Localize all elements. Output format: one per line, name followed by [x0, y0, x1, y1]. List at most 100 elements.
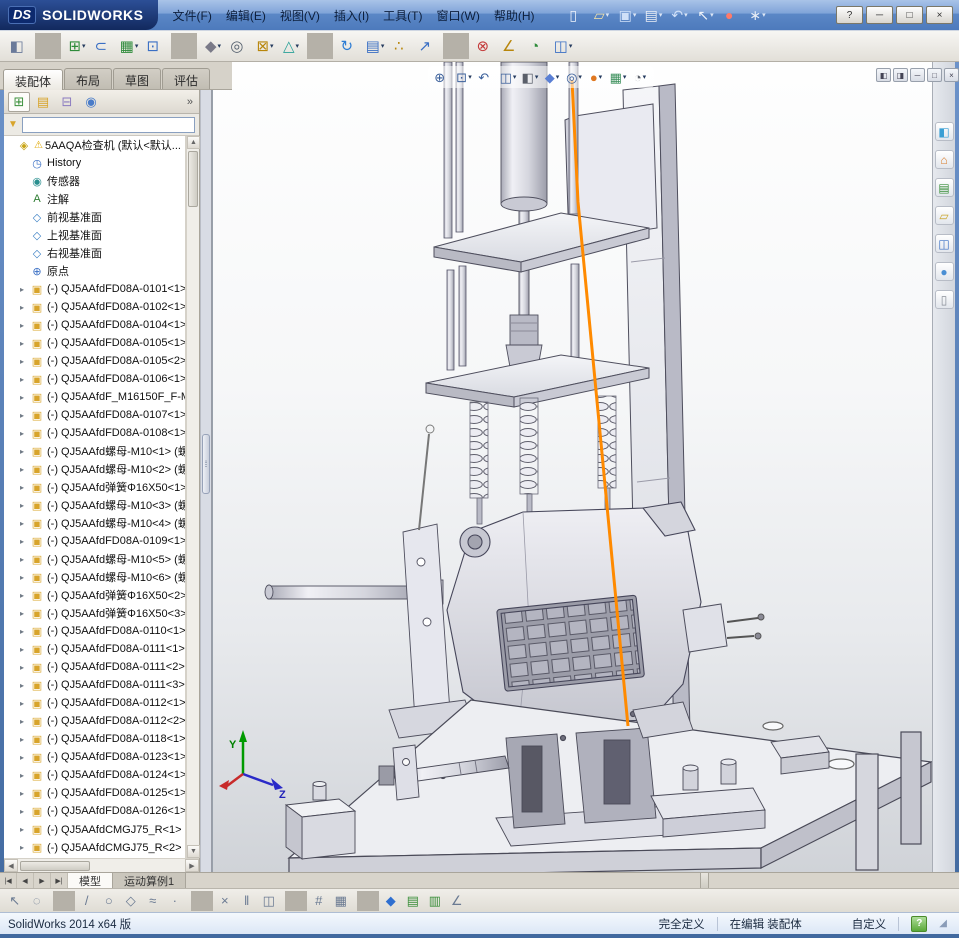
help-button[interactable]: ?: [836, 6, 863, 24]
draft-quality-toggle[interactable]: ▤ ▾: [404, 891, 426, 911]
scroll-down-icon[interactable]: ▼: [187, 845, 200, 858]
view-palette-icon[interactable]: ◫: [935, 234, 954, 253]
next-tab-button[interactable]: ▶: [34, 873, 51, 888]
expander-icon[interactable]: ▸: [20, 645, 30, 654]
expander-icon[interactable]: ▸: [20, 573, 30, 582]
hide-show-items-button[interactable]: ◎ ▾: [564, 67, 584, 87]
menu-tools[interactable]: 工具(T): [376, 3, 429, 28]
offset-entities-tool[interactable]: ‖ ▾: [238, 891, 260, 911]
expander-icon[interactable]: ▸: [20, 789, 30, 798]
menu-file[interactable]: 文件(F): [166, 3, 219, 28]
tree-component[interactable]: ▸ ▣ ⚠ (-) QJ5AAfdFD08A-0124<1>: [4, 766, 185, 784]
expander-icon[interactable]: ▸: [20, 483, 30, 492]
measure-button[interactable]: ∠ ▾: [498, 33, 524, 59]
rebuild-button[interactable]: ● ▾: [720, 4, 744, 26]
configurationmanager-tab[interactable]: ⊟: [56, 92, 78, 112]
new-motion-study-button[interactable]: ↻ ▾: [336, 33, 362, 59]
model-tab[interactable]: 模型: [68, 873, 113, 888]
propertymanager-tab[interactable]: ▤: [32, 92, 54, 112]
doc-close-button[interactable]: ×: [944, 68, 959, 82]
tree-component[interactable]: ▸ ▣ ⚠ (-) QJ5AAfdFD08A-0111<2>: [4, 658, 185, 676]
minimize-button[interactable]: ─: [866, 6, 893, 24]
tree-component[interactable]: ▸ ▣ ⚠ (-) QJ5AAfdFD08A-0106<1>: [4, 370, 185, 388]
scroll-thumb[interactable]: [188, 151, 198, 207]
menu-insert[interactable]: 插入(I): [327, 3, 376, 28]
save-button[interactable]: ▣ ▾: [616, 4, 640, 26]
expander-icon[interactable]: ▸: [20, 447, 30, 456]
panel-splitter[interactable]: ⁞: [200, 62, 212, 872]
tree-component[interactable]: ▸ ▣ ⚠ (-) QJ5AAfd螺母-M10<2> (螺: [4, 460, 185, 478]
tab-evaluate[interactable]: 评估: [162, 68, 210, 89]
performance-evaluation-button[interactable]: ◔ ▾: [524, 33, 550, 59]
tree-component[interactable]: ▸ ▣ ⚠ (-) QJ5AAfdFD08A-0110<1>: [4, 622, 185, 640]
tree-component[interactable]: ▸ ▣ ⚠ (-) QJ5AAfd螺母-M10<3> (螺: [4, 496, 185, 514]
tree-component[interactable]: ▸ ▣ ⚠ (-) QJ5AAfd螺母-M10<4> (螺: [4, 514, 185, 532]
tree-component[interactable]: ▸ ▣ ⚠ (-) QJ5AAfdCMGJ75_R<1> (默: [4, 820, 185, 838]
tree-component[interactable]: ▸ ▣ ⚠ (-) QJ5AAfdFD08A-0104<1>: [4, 316, 185, 334]
tree-component[interactable]: ▸ ▣ ⚠ (-) QJ5AAfdFD08A-0105<2>: [4, 352, 185, 370]
expander-icon[interactable]: ▸: [20, 591, 30, 600]
tree-component[interactable]: ▸ ▣ ⚠ (-) QJ5AAfdFD08A-0107<1>: [4, 406, 185, 424]
display-style-button[interactable]: ◆ ▾: [542, 67, 562, 87]
reference-geometry-button[interactable]: △ ▾: [278, 33, 304, 59]
tree-component[interactable]: ▸ ▣ ⚠ (-) QJ5AAfd弹簧Φ16X50<3>: [4, 604, 185, 622]
select-button[interactable]: ↖ ▾: [694, 4, 718, 26]
appearances-icon[interactable]: ●: [935, 262, 954, 281]
tree-component[interactable]: ▸ ▣ ⚠ (-) QJ5AAfdFD08A-0111<3>: [4, 676, 185, 694]
grid-snap-toggle[interactable]: # ▾: [310, 891, 332, 911]
tree-component[interactable]: ▸ ▣ ⚠ (-) QJ5AAfdFD08A-0108<1>: [4, 424, 185, 442]
zoom-to-area-button[interactable]: ⊡ ▾: [454, 67, 474, 87]
zoom-to-fit-button[interactable]: ⊕ ▾: [432, 67, 452, 87]
expander-icon[interactable]: ▸: [20, 717, 30, 726]
section-display-toggle[interactable]: ▥ ▾: [426, 891, 448, 911]
edit-component-button[interactable]: ◧ ▾: [6, 33, 32, 59]
home-icon[interactable]: ⌂: [935, 150, 954, 169]
polygon-tool[interactable]: ◇ ▾: [122, 891, 144, 911]
tree-component[interactable]: ▸ ▣ ⚠ (-) QJ5AAfd弹簧Φ16X50<2>: [4, 586, 185, 604]
show-hidden-components-button[interactable]: ◎ ▾: [226, 33, 252, 59]
tree-component[interactable]: ▸ ▣ ⚠ (-) QJ5AAfdFD08A-0105<1>: [4, 334, 185, 352]
assembly-features-button[interactable]: ⊠ ▾: [252, 33, 278, 59]
menu-edit[interactable]: 编辑(E): [219, 3, 273, 28]
tree-component[interactable]: ▸ ▣ ⚠ (-) QJ5AAfdFD08A-0109<1>: [4, 532, 185, 550]
tree-top-plane[interactable]: ▸ ◇ ⚠ 上视基准面: [4, 226, 185, 244]
tree-component[interactable]: ▸ ▣ ⚠ (-) QJ5AAfdFD08A-0125<1>: [4, 784, 185, 802]
design-library-icon[interactable]: ▤: [935, 178, 954, 197]
tree-component[interactable]: ▸ ▣ ⚠ (-) QJ5AAfdFD08A-0101<1>: [4, 280, 185, 298]
tab-bar-splitter[interactable]: [700, 873, 709, 888]
tree-annotations[interactable]: ▸ A ⚠ 注解: [4, 190, 185, 208]
expander-icon[interactable]: ▸: [20, 771, 30, 780]
prev-tab-button[interactable]: ◀: [17, 873, 34, 888]
expander-icon[interactable]: ▸: [20, 555, 30, 564]
spline-tool[interactable]: ≈ ▾: [144, 891, 166, 911]
maximize-button[interactable]: □: [896, 6, 923, 24]
circle-tool[interactable]: ○ ▾: [100, 891, 122, 911]
section-view-button[interactable]: ◫ ▾: [498, 67, 518, 87]
open-button[interactable]: ▱ ▾: [590, 4, 614, 26]
mirror-entities-tool[interactable]: ◫ ▾: [260, 891, 282, 911]
edit-appearance-button[interactable]: ● ▾: [586, 67, 606, 87]
grid-display-toggle[interactable]: ▦ ▾: [332, 891, 354, 911]
expander-icon[interactable]: ▸: [20, 753, 30, 762]
tree-component[interactable]: ▸ ▣ ⚠ (-) QJ5AAfdFD08A-0123<1>: [4, 748, 185, 766]
tree-history[interactable]: ▸ ◷ ⚠ History: [4, 154, 185, 172]
trim-entities-tool[interactable]: × ▾: [216, 891, 238, 911]
expander-icon[interactable]: ▸: [20, 627, 30, 636]
shaded-view-toggle[interactable]: ◆ ▾: [382, 891, 404, 911]
options-button[interactable]: ∗ ▾: [746, 4, 770, 26]
expander-icon[interactable]: ▸: [20, 465, 30, 474]
menu-window[interactable]: 窗口(W): [430, 3, 487, 28]
expander-icon[interactable]: ▸: [20, 357, 30, 366]
move-component-button[interactable]: ◆ ▾: [200, 33, 226, 59]
close-button[interactable]: ×: [926, 6, 953, 24]
pane-left-button[interactable]: ◧: [876, 68, 891, 82]
tree-component[interactable]: ▸ ▣ ⚠ (-) QJ5AAfdFD08A-0118<1>: [4, 730, 185, 748]
tree-component[interactable]: ▸ ▣ ⚠ (-) QJ5AAfd弹簧Φ16X50<1>: [4, 478, 185, 496]
expander-icon[interactable]: ▸: [20, 807, 30, 816]
line-tool[interactable]: / ▾: [78, 891, 100, 911]
tree-component[interactable]: ▸ ▣ ⚠ (-) QJ5AAfdFD08A-0112<1>: [4, 694, 185, 712]
tree-component[interactable]: ▸ ▣ ⚠ (-) QJ5AAfd螺母-M10<5> (螺: [4, 550, 185, 568]
expander-icon[interactable]: ▸: [20, 519, 30, 528]
tree-component[interactable]: ▸ ▣ ⚠ (-) QJ5AAfdCMGJ75_R<2> (默: [4, 838, 185, 856]
insert-components-button[interactable]: ⊞ ▾: [64, 33, 90, 59]
